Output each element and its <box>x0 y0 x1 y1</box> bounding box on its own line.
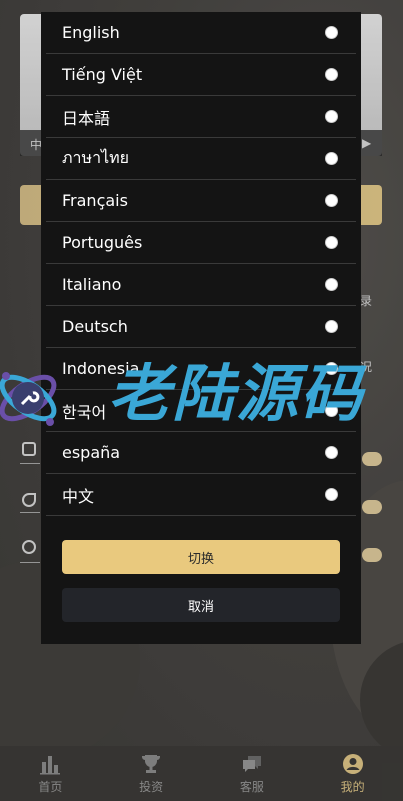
language-label: Italiano <box>62 275 122 294</box>
language-option-portuguese[interactable]: Português <box>46 222 356 264</box>
radio-button[interactable] <box>325 278 338 291</box>
language-modal: English Tiếng Việt 日本語 ภาษาไทย Français … <box>41 12 361 644</box>
radio-button[interactable] <box>325 488 338 501</box>
language-option-german[interactable]: Deutsch <box>46 306 356 348</box>
radio-button[interactable] <box>325 236 338 249</box>
radio-button[interactable] <box>325 152 338 165</box>
radio-button[interactable] <box>325 26 338 39</box>
language-option-thai[interactable]: ภาษาไทย <box>46 138 356 180</box>
language-label: Indonesia <box>62 359 140 378</box>
language-option-vietnamese[interactable]: Tiếng Việt <box>46 54 356 96</box>
language-label: Tiếng Việt <box>62 65 143 84</box>
radio-button[interactable] <box>325 110 338 123</box>
language-label: 中文 <box>62 486 95 506</box>
language-option-french[interactable]: Français <box>46 180 356 222</box>
language-label: Français <box>62 191 128 210</box>
cancel-button[interactable]: 取消 <box>62 588 340 622</box>
language-option-spanish[interactable]: españa <box>46 432 356 474</box>
radio-button[interactable] <box>325 194 338 207</box>
radio-button[interactable] <box>325 320 338 333</box>
language-label: Português <box>62 233 143 252</box>
radio-button[interactable] <box>325 446 338 459</box>
language-label: españa <box>62 443 121 462</box>
language-option-indonesian[interactable]: Indonesia <box>46 348 356 390</box>
language-option-korean[interactable]: 한국어 <box>46 390 356 432</box>
switch-button[interactable]: 切换 <box>62 540 340 574</box>
language-option-chinese[interactable]: 中文 <box>46 474 356 516</box>
radio-button[interactable] <box>325 68 338 81</box>
language-list: English Tiếng Việt 日本語 ภาษาไทย Français … <box>41 12 361 516</box>
language-label: ภาษาไทย <box>62 148 130 167</box>
radio-button[interactable] <box>325 362 338 375</box>
language-label: 한국어 <box>62 402 107 422</box>
language-option-japanese[interactable]: 日本語 <box>46 96 356 138</box>
language-option-italian[interactable]: Italiano <box>46 264 356 306</box>
language-label: Deutsch <box>62 317 128 336</box>
language-label: English <box>62 23 120 42</box>
radio-button[interactable] <box>325 404 338 417</box>
language-option-english[interactable]: English <box>46 12 356 54</box>
language-label: 日本語 <box>62 108 111 128</box>
